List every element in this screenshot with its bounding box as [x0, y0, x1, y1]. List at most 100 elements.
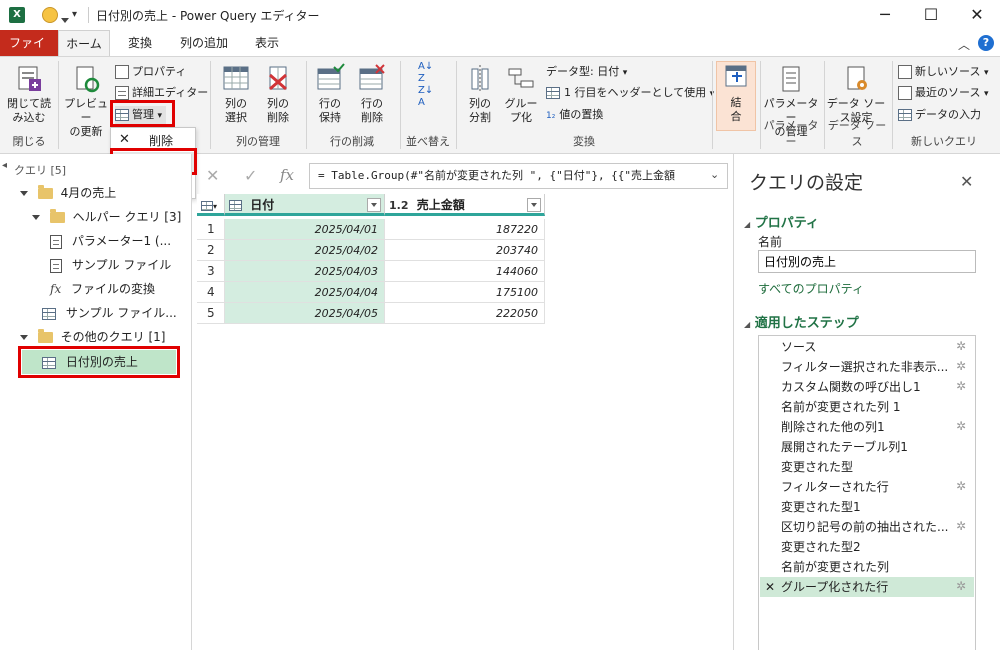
confirm-formula-icon[interactable]: ✓ [244, 166, 257, 185]
close-and-load-button[interactable]: 閉じて読 み込む [4, 63, 54, 125]
sales-cell[interactable]: 175100 [385, 282, 545, 303]
refresh-preview-button[interactable]: プレビュー の更新 [62, 63, 110, 139]
applied-step[interactable]: 名前が変更された列 [760, 557, 974, 577]
step-settings-gear-icon[interactable]: ✲ [956, 420, 968, 432]
query-item-sample-file-table[interactable]: サンプル ファイル... [42, 303, 177, 323]
data-type-button[interactable]: データ型: 日付 ▾ [546, 63, 627, 81]
recent-sources-button[interactable]: 最近のソース ▾ [898, 84, 988, 102]
sales-cell[interactable]: 187220 [385, 219, 545, 240]
applied-step[interactable]: フィルターされた行 ✲ [760, 477, 974, 497]
combine-button[interactable]: 結 合 [716, 61, 756, 131]
sort-ascending-button[interactable]: A↓ Z [418, 61, 433, 84]
menu-delete[interactable]: ✕ 削除 [111, 130, 195, 152]
applied-step[interactable]: フィルター選択された非表示... ✲ [760, 357, 974, 377]
remove-columns-button[interactable]: 列の 削除 [258, 63, 298, 125]
remove-rows-button[interactable]: 行の 削除 [352, 63, 392, 125]
tab-home[interactable]: ホーム [58, 30, 110, 56]
collapse-queries-icon[interactable]: ◂ [2, 160, 7, 171]
applied-step[interactable]: 削除された他の列1 ✲ [760, 417, 974, 437]
applied-steps-list: ソース ✲ フィルター選択された非表示... ✲ カスタム関数の呼び出し1 ✲ 名前が変更さ… [758, 335, 976, 650]
all-properties-link[interactable]: すべてのプロパティ [758, 280, 864, 297]
quick-access-dropdown-icon[interactable] [61, 13, 69, 27]
close-settings-icon[interactable]: ✕ [960, 172, 973, 191]
refresh-preview-icon [76, 66, 100, 93]
maximize-button[interactable]: ☐ [908, 0, 954, 30]
new-source-button[interactable]: 新しいソース ▾ [898, 63, 988, 81]
group-by-button[interactable]: グルー プ化 [502, 63, 540, 125]
minimize-button[interactable]: ─ [862, 0, 908, 30]
folder-icon [49, 209, 65, 223]
applied-step[interactable]: 変更された型1 [760, 497, 974, 517]
applied-step[interactable]: 変更された型2 [760, 537, 974, 557]
date-cell[interactable]: 2025/04/04 [225, 282, 385, 303]
data-source-settings-button[interactable]: データ ソー ス設定 [826, 63, 886, 125]
collapse-ribbon-icon[interactable]: ︿ [958, 36, 970, 53]
column-header-sales[interactable]: 1.2 売上金額 [385, 194, 545, 216]
column-filter-dropdown[interactable] [367, 198, 381, 212]
formula-input[interactable]: = Table.Group(#"名前が変更された列 ", {"日付"}, {{"… [309, 163, 728, 189]
table-menu-button[interactable]: ▾ [197, 194, 225, 216]
replace-values-button[interactable]: 1₂ 値の置換 [546, 106, 603, 124]
step-settings-gear-icon[interactable]: ✲ [956, 520, 968, 532]
manage-button[interactable]: 管理 ▾ [115, 106, 167, 124]
query-folder-april-sales[interactable]: 4月の売上 [20, 183, 116, 203]
sales-cell[interactable]: 203740 [385, 240, 545, 261]
column-filter-dropdown[interactable] [527, 198, 541, 212]
date-cell[interactable]: 2025/04/02 [225, 240, 385, 261]
query-item-sample-file[interactable]: サンプル ファイル [50, 255, 171, 275]
close-window-button[interactable]: ✕ [954, 0, 1000, 30]
applied-step-label: 削除された他の列1 [781, 420, 885, 434]
expand-formula-icon[interactable]: ⌄ [710, 168, 719, 181]
date-cell[interactable]: 2025/04/01 [225, 219, 385, 240]
applied-steps-section[interactable]: ◢ 適用したステップ [744, 312, 859, 331]
date-cell[interactable]: 2025/04/05 [225, 303, 385, 324]
customize-toolbar-icon[interactable]: ▾ [72, 9, 77, 20]
step-settings-gear-icon[interactable]: ✲ [956, 360, 968, 372]
tab-file[interactable]: ファイル [0, 30, 58, 76]
delete-step-icon[interactable]: ✕ [765, 577, 775, 597]
fx-icon[interactable]: fx [280, 166, 294, 184]
step-settings-gear-icon[interactable]: ✲ [956, 480, 968, 492]
first-row-header-icon [546, 87, 560, 99]
applied-step[interactable]: ✕ グループ化された行 ✲ [760, 577, 974, 597]
date-cell[interactable]: 2025/04/03 [225, 261, 385, 282]
query-folder-other[interactable]: その他のクエリ [1] [20, 327, 165, 347]
applied-step[interactable]: 区切り記号の前の抽出された... ✲ [760, 517, 974, 537]
query-item-sales-by-date[interactable]: 日付別の売上 [22, 350, 176, 374]
use-first-row-as-headers-button[interactable]: 1 行目をヘッダーとして使用 ▾ [546, 84, 714, 102]
keep-rows-icon [317, 63, 345, 90]
query-folder-helper[interactable]: ヘルパー クエリ [3] [32, 207, 181, 227]
group-close-label: 閉じる [12, 135, 46, 148]
help-icon[interactable]: ? [978, 35, 994, 51]
properties-button[interactable]: プロパティ [115, 63, 186, 81]
applied-step[interactable]: 展開されたテーブル列1 [760, 437, 974, 457]
table-icon [42, 307, 56, 320]
applied-step[interactable]: 変更された型 [760, 457, 974, 477]
step-settings-gear-icon[interactable]: ✲ [956, 580, 968, 592]
enter-data-button[interactable]: データの入力 [898, 106, 981, 124]
sales-cell[interactable]: 144060 [385, 261, 545, 282]
column-header-date[interactable]: 日付 [225, 194, 385, 216]
tab-view[interactable]: 表示 [245, 30, 289, 56]
properties-section[interactable]: ◢ プロパティ [744, 212, 819, 231]
advanced-editor-button[interactable]: 詳細エディター [115, 84, 208, 102]
query-name-input[interactable] [758, 250, 976, 273]
row-number: 5 [197, 303, 225, 324]
tab-transform[interactable]: 変換 [118, 30, 162, 56]
keep-rows-button[interactable]: 行の 保持 [310, 63, 350, 125]
step-settings-gear-icon[interactable]: ✲ [956, 380, 968, 392]
tab-add-column[interactable]: 列の追加 [170, 30, 238, 56]
applied-step[interactable]: ソース ✲ [760, 337, 974, 357]
table-icon [42, 356, 56, 369]
query-item-parameter1[interactable]: パラメーター1 (... [50, 231, 171, 251]
sales-cell[interactable]: 222050 [385, 303, 545, 324]
choose-columns-button[interactable]: 列の 選択 [216, 63, 256, 125]
applied-step[interactable]: カスタム関数の呼び出し1 ✲ [760, 377, 974, 397]
split-column-button[interactable]: 列の 分割 [460, 63, 500, 125]
quick-access-smiley-icon[interactable] [42, 7, 58, 23]
step-settings-gear-icon[interactable]: ✲ [956, 340, 968, 352]
query-item-transform-file[interactable]: fx ファイルの変換 [50, 279, 155, 299]
sort-descending-button[interactable]: Z↓ A [418, 85, 433, 108]
cancel-formula-icon[interactable]: ✕ [206, 166, 219, 185]
applied-step[interactable]: 名前が変更された列 1 [760, 397, 974, 417]
